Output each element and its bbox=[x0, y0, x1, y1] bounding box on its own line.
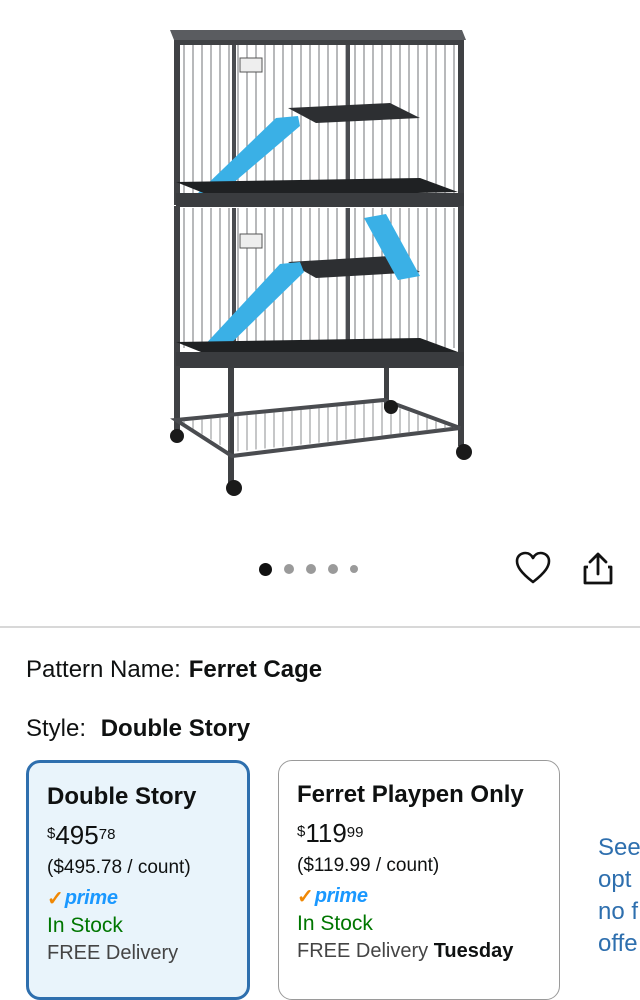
option-title: Double Story bbox=[47, 783, 197, 810]
carousel-dot-4[interactable] bbox=[328, 564, 338, 574]
product-image[interactable] bbox=[0, 0, 640, 540]
image-carousel-dots[interactable] bbox=[259, 560, 358, 578]
option-unit-price: ($495.78 / count) bbox=[47, 857, 191, 878]
option-card-ferret-playpen-only[interactable]: Ferret Playpen Only $11999 ($119.99 / co… bbox=[278, 760, 560, 1000]
see-more-options-link[interactable]: See opt no f offe bbox=[598, 832, 640, 960]
style-value: Double Story bbox=[100, 715, 251, 742]
prime-badge: ✓ prime bbox=[297, 884, 368, 908]
option-price: $49578 bbox=[47, 820, 116, 850]
section-divider bbox=[0, 626, 640, 628]
style-label: Style: bbox=[26, 715, 87, 742]
prime-check-icon: ✓ bbox=[297, 885, 314, 908]
option-title: Ferret Playpen Only bbox=[297, 781, 524, 808]
carousel-dot-3[interactable] bbox=[306, 564, 316, 574]
pattern-name-row: Pattern Name: Ferret Cage bbox=[26, 656, 322, 684]
heart-icon[interactable] bbox=[514, 550, 552, 586]
option-stock-status: In Stock bbox=[47, 914, 123, 937]
ferret-cage-illustration bbox=[170, 30, 472, 496]
option-unit-price: ($119.99 / count) bbox=[297, 855, 440, 876]
share-icon[interactable] bbox=[580, 550, 616, 588]
option-stock-status: In Stock bbox=[297, 912, 373, 935]
style-row: Style: Double Story bbox=[26, 715, 250, 743]
carousel-dot-1[interactable] bbox=[259, 562, 272, 576]
pattern-name-label: Pattern Name: bbox=[26, 656, 181, 683]
option-price: $11999 bbox=[297, 818, 364, 848]
pattern-name-value: Ferret Cage bbox=[188, 656, 323, 683]
carousel-dot-5[interactable] bbox=[350, 565, 358, 573]
prime-badge: ✓ prime bbox=[47, 886, 118, 910]
option-card-double-story[interactable]: Double Story $49578 ($495.78 / count) ✓ p… bbox=[26, 760, 250, 1000]
option-delivery: FREE Delivery Tuesday bbox=[297, 940, 514, 962]
option-delivery: FREE Delivery bbox=[47, 942, 179, 964]
carousel-dot-2[interactable] bbox=[284, 564, 294, 574]
prime-check-icon: ✓ bbox=[47, 887, 64, 910]
